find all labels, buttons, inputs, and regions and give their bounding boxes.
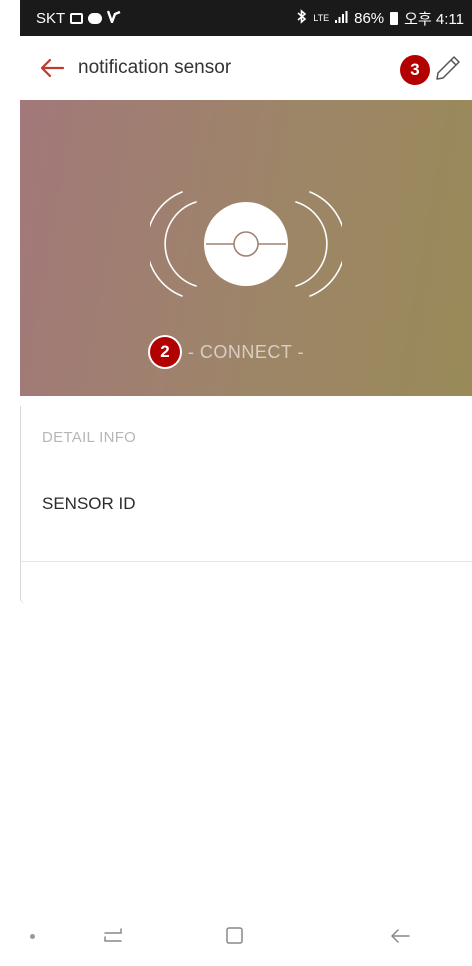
signal-icon xyxy=(335,10,348,27)
message-icon xyxy=(88,12,103,24)
annotation-badge-2: 2 xyxy=(150,337,180,367)
connection-status: - CONNECT - xyxy=(187,342,305,362)
carrier-label: SKT xyxy=(36,9,66,27)
system-back-button[interactable] xyxy=(388,924,412,953)
sensor-id-label: SENSOR ID xyxy=(42,494,136,513)
arrow-left-icon xyxy=(40,58,65,78)
back-arrow-icon xyxy=(391,929,410,943)
network-label: LTE xyxy=(313,13,330,23)
back-button[interactable] xyxy=(26,36,78,100)
detail-info-panel: DETAIL INFO SENSOR ID xyxy=(20,406,472,604)
status-left: SKT xyxy=(36,10,121,27)
sensor-status-hero: - CONNECT - xyxy=(20,100,472,396)
home-button[interactable] xyxy=(224,924,246,953)
annotation-badge-3: 3 xyxy=(400,55,430,85)
edit-button[interactable] xyxy=(430,50,466,86)
page-title: notification sensor xyxy=(78,57,232,78)
signal-waves-left-icon xyxy=(145,191,197,297)
battery-percent: 86% xyxy=(354,9,385,27)
nav-dot-indicator xyxy=(30,934,35,939)
divider xyxy=(21,561,472,562)
app-notification-icon xyxy=(107,10,121,27)
battery-icon xyxy=(390,11,399,25)
clock: 오후 4:11 xyxy=(404,10,464,28)
gallery-icon xyxy=(70,12,84,24)
pencil-icon xyxy=(436,56,460,80)
bluetooth-icon xyxy=(297,8,307,28)
detail-info-heading: DETAIL INFO xyxy=(42,429,137,446)
home-square-icon xyxy=(226,927,243,944)
status-right: LTE 86% 오후 4:11 xyxy=(297,8,464,29)
recent-apps-button[interactable] xyxy=(102,924,124,953)
sensor-graphic xyxy=(145,188,347,305)
sensor-device-icon xyxy=(204,202,288,286)
recent-apps-icon xyxy=(104,928,122,942)
navigation-bar xyxy=(20,906,472,966)
signal-waves-right-icon xyxy=(295,191,347,297)
status-bar: SKT LTE 86% 오후 4:11 xyxy=(20,0,472,36)
